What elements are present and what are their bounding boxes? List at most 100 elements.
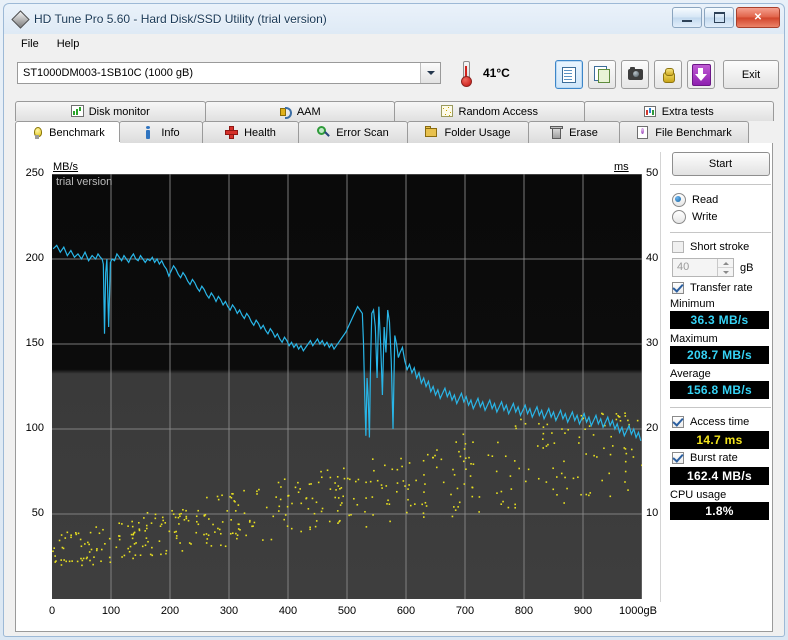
save-button[interactable] xyxy=(687,60,715,89)
chart-icon xyxy=(643,105,657,118)
tab-extra-tests-label: Extra tests xyxy=(661,105,714,118)
drive-selector[interactable]: ST1000DM003-1SB10C (1000 gB) xyxy=(17,62,441,84)
hand-button[interactable] xyxy=(654,60,682,89)
short-stroke-unit: gB xyxy=(740,261,754,274)
benchmark-options-panel: Start Read Write Short stroke 40 gB Tran… xyxy=(668,152,773,520)
tab-random-access[interactable]: Random Access xyxy=(394,101,585,121)
copy-text-button[interactable] xyxy=(555,60,583,89)
minimize-button[interactable] xyxy=(672,7,702,28)
tab-error-scan[interactable]: Error Scan xyxy=(298,121,408,143)
hd-tune-window: HD Tune Pro 5.60 - Hard Disk/SSD Utility… xyxy=(0,0,788,640)
checkbox-short-stroke[interactable]: Short stroke xyxy=(672,241,773,253)
chevron-down-icon[interactable] xyxy=(420,63,440,83)
benchmark-chart: trial version xyxy=(52,174,642,599)
menu-bar: File Help xyxy=(4,34,784,54)
stepper-up-icon[interactable] xyxy=(718,259,733,268)
tab-row-secondary: Disk monitor AAM Random Access Extra tes… xyxy=(15,101,774,121)
x-tick-label: 500 xyxy=(337,605,357,617)
file-benchmark-icon xyxy=(636,126,649,139)
cpu-usage-label: CPU usage xyxy=(670,489,727,501)
exit-button[interactable]: Exit xyxy=(723,60,779,89)
tab-benchmark[interactable]: Benchmark xyxy=(15,121,120,144)
average-value: 156.8 MB/s xyxy=(670,381,769,399)
x-tick-label: 300 xyxy=(219,605,239,617)
x-tick-label: 600 xyxy=(396,605,416,617)
maximize-icon xyxy=(713,12,725,23)
access-time-value: 14.7 ms xyxy=(670,431,769,449)
x-tick-label: 200 xyxy=(160,605,180,617)
tab-row-primary: Benchmark Info Health Error Scan Folder … xyxy=(15,121,773,144)
radio-write-icon xyxy=(672,210,686,224)
stepper-down-icon[interactable] xyxy=(718,268,733,276)
checkbox-transfer-rate-icon xyxy=(672,282,684,294)
radio-read[interactable]: Read xyxy=(672,193,773,207)
cpu-usage-value: 1.8% xyxy=(670,502,769,520)
checkbox-access-time[interactable]: Access time xyxy=(672,416,773,428)
tab-extra-tests[interactable]: Extra tests xyxy=(583,101,774,121)
toolbar: ST1000DM003-1SB10C (1000 gB) 41°C Exit xyxy=(4,54,784,96)
window-title: HD Tune Pro 5.60 - Hard Disk/SSD Utility… xyxy=(34,12,327,26)
menu-item-file[interactable]: File xyxy=(12,36,48,52)
tab-disk-monitor-label: Disk monitor xyxy=(88,105,150,118)
tab-folder-usage[interactable]: Folder Usage xyxy=(407,121,529,143)
scatter-icon xyxy=(440,105,454,118)
burst-rate-value: 162.4 MB/s xyxy=(670,467,769,485)
y-tick-label: 250 xyxy=(25,167,44,179)
title-bar: HD Tune Pro 5.60 - Hard Disk/SSD Utility… xyxy=(4,4,784,34)
copy-document-icon xyxy=(562,66,576,83)
tab-health-label: Health xyxy=(244,126,276,139)
speaker-icon xyxy=(279,105,292,119)
chart-y-axis-unit: MB/s xyxy=(53,161,79,173)
radio-write[interactable]: Write xyxy=(672,210,773,224)
checkbox-transfer-rate[interactable]: Transfer rate xyxy=(672,282,773,294)
copy-image-button[interactable] xyxy=(588,60,616,89)
short-stroke-stepper-row: 40 gB xyxy=(672,258,773,277)
red-cross-icon xyxy=(225,126,239,139)
tab-file-benchmark[interactable]: File Benchmark xyxy=(619,121,749,143)
lightbulb-icon xyxy=(30,126,43,140)
checkbox-burst-rate-icon xyxy=(672,452,684,464)
checkbox-short-stroke-label: Short stroke xyxy=(690,241,750,253)
average-label: Average xyxy=(670,368,711,380)
info-icon xyxy=(142,126,155,139)
tab-erase[interactable]: Erase xyxy=(528,121,620,143)
tab-random-access-label: Random Access xyxy=(458,105,538,118)
camera-icon xyxy=(627,67,643,80)
thermometer-icon xyxy=(456,60,476,87)
chart-y2-axis-unit: ms xyxy=(614,161,629,173)
tab-aam[interactable]: AAM xyxy=(204,101,395,121)
tab-folder-usage-label: Folder Usage xyxy=(444,126,511,139)
stepper-buttons[interactable] xyxy=(717,259,733,276)
menu-item-help[interactable]: Help xyxy=(48,36,89,52)
y-tick-label: 200 xyxy=(25,252,44,264)
tab-file-benchmark-label: File Benchmark xyxy=(655,126,732,139)
checkbox-burst-rate[interactable]: Burst rate xyxy=(672,452,773,464)
bar-chart-icon xyxy=(70,105,84,118)
hand-icon xyxy=(661,67,675,83)
checkbox-transfer-rate-label: Transfer rate xyxy=(690,282,753,294)
checkbox-access-time-label: Access time xyxy=(690,416,750,428)
short-stroke-stepper[interactable]: 40 xyxy=(672,258,734,277)
x-tick-label: 0 xyxy=(48,605,56,617)
y-tick-label: 150 xyxy=(25,337,44,349)
radio-write-label: Write xyxy=(692,211,718,223)
start-button[interactable]: Start xyxy=(671,152,770,176)
magnifier-icon xyxy=(317,126,330,139)
x-tick-label: 400 xyxy=(278,605,298,617)
close-button[interactable]: ✕ xyxy=(736,7,780,28)
maximum-label: Maximum xyxy=(670,333,718,345)
x-tick-label: 1000gB xyxy=(619,605,657,617)
tab-info-label: Info xyxy=(161,126,180,139)
tab-erase-label: Erase xyxy=(569,126,598,139)
tab-health[interactable]: Health xyxy=(202,121,299,143)
tab-info[interactable]: Info xyxy=(119,121,203,143)
maximize-button[interactable] xyxy=(704,7,734,28)
screenshot-button[interactable] xyxy=(621,60,649,89)
maximum-value: 208.7 MB/s xyxy=(670,346,769,364)
trash-bin-icon xyxy=(550,126,564,139)
short-stroke-value: 40 xyxy=(677,261,690,273)
folder-icon xyxy=(425,126,438,139)
minimum-label: Minimum xyxy=(670,298,715,310)
toolbar-buttons xyxy=(555,60,715,89)
tab-disk-monitor[interactable]: Disk monitor xyxy=(15,101,206,121)
